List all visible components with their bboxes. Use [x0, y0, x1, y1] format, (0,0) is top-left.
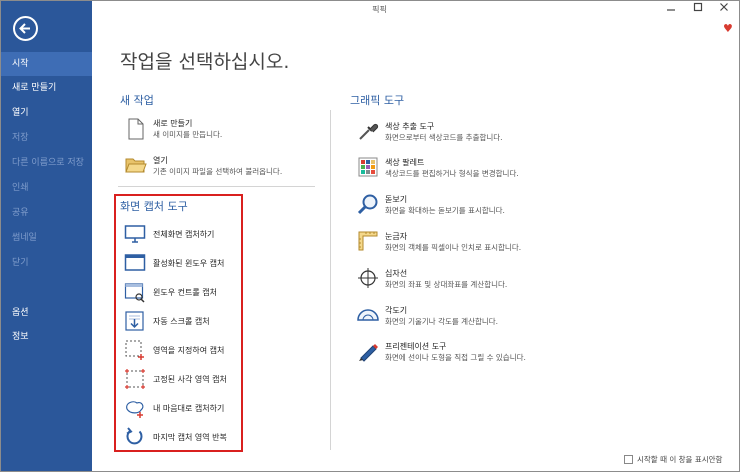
sidebar-item-share[interactable]: 공유: [1, 201, 92, 225]
maximize-icon[interactable]: [690, 2, 706, 16]
window-control-icon: [124, 281, 146, 303]
tool-ruler[interactable]: 눈금자 화면의 객체를 픽셀이나 인치로 표시합니다.: [357, 230, 577, 256]
sidebar-item-close[interactable]: 닫기: [1, 251, 92, 275]
window-title: 픽픽: [372, 5, 387, 14]
protractor-icon: [357, 304, 379, 326]
capture-active-window-label: 활성화된 윈도우 캡처: [153, 259, 225, 268]
sidebar-item-save[interactable]: 저장: [1, 126, 92, 150]
scroll-capture-icon: [124, 310, 146, 332]
active-window-icon: [124, 252, 146, 274]
capture-window-control[interactable]: 윈도우 컨트롤 캡처: [124, 281, 242, 303]
heart-icon[interactable]: ♥: [723, 22, 733, 35]
tool-ruler-title: 눈금자: [385, 232, 408, 241]
fixed-region-icon: [124, 368, 146, 390]
tool-protractor[interactable]: 각도기 화면의 기울기나 각도를 계산합니다.: [357, 304, 577, 330]
sidebar-item-new[interactable]: 새로 만들기: [1, 76, 92, 100]
tool-crosshair[interactable]: 십자선 화면의 좌표 및 상대좌표를 계산합니다.: [357, 267, 577, 293]
close-icon[interactable]: [716, 2, 732, 16]
capture-freehand-label: 내 마음대로 캡처하기: [153, 404, 225, 413]
tool-color-picker[interactable]: 색상 추출 도구 화면으로부터 색상코드를 추출합니다.: [357, 120, 577, 146]
tool-color-picker-title: 색상 추출 도구: [385, 122, 435, 131]
back-arrow-icon[interactable]: [13, 16, 38, 41]
tool-crosshair-title: 십자선: [385, 269, 408, 278]
open-image-title: 열기: [153, 156, 168, 165]
sidebar-item-save-as[interactable]: 다른 이름으로 저장: [1, 151, 92, 175]
capture-fullscreen-label: 전체화면 캡처하기: [153, 230, 215, 239]
tool-color-picker-desc: 화면으로부터 색상코드를 추출합니다.: [385, 133, 503, 142]
dont-show-label: 시작할 때 이 창을 표시안함: [637, 455, 723, 464]
crosshair-icon: [357, 267, 379, 289]
sidebar-item-options[interactable]: 옵션: [1, 301, 92, 325]
repeat-capture-icon: [124, 426, 146, 448]
capture-freehand[interactable]: 내 마음대로 캡처하기: [124, 397, 242, 419]
new-image-desc: 새 이미지를 만듭니다.: [153, 130, 223, 139]
tool-presentation-title: 프리젠테이션 도구: [385, 342, 447, 351]
capture-auto-scroll[interactable]: 자동 스크롤 캡처: [124, 310, 242, 332]
section-divider: [118, 186, 315, 187]
tool-presentation[interactable]: 프리젠테이션 도구 화면에 선이나 도형을 직접 그릴 수 있습니다.: [357, 340, 577, 366]
open-image-desc: 기존 이미지 파일을 선택하여 불러옵니다.: [153, 167, 283, 176]
sidebar-item-thumbnail[interactable]: 썸네일: [1, 226, 92, 250]
eyedropper-icon: [357, 120, 379, 142]
tool-presentation-desc: 화면에 선이나 도형을 직접 그릴 수 있습니다.: [385, 353, 526, 362]
tool-magnifier[interactable]: 돋보기 화면을 확대하는 돋보기를 표시합니다.: [357, 193, 577, 219]
capture-region[interactable]: 영역을 지정하여 캡처: [124, 339, 242, 361]
new-image-title: 새로 만들기: [153, 119, 193, 128]
capture-region-label: 영역을 지정하여 캡처: [153, 346, 225, 355]
region-capture-icon: [124, 339, 146, 361]
tool-protractor-desc: 화면의 기울기나 각도를 계산합니다.: [385, 317, 499, 326]
tool-crosshair-desc: 화면의 좌표 및 상대좌표를 계산합니다.: [385, 280, 508, 289]
new-image-item[interactable]: 새로 만들기 새 이미지를 만듭니다.: [125, 118, 315, 146]
freehand-capture-icon: [124, 397, 146, 419]
palette-icon: [357, 156, 379, 178]
sidebar-item-about[interactable]: 정보: [1, 325, 92, 349]
graphic-tools-heading: 그래픽 도구: [350, 94, 405, 107]
tool-magnifier-desc: 화면을 확대하는 돋보기를 표시합니다.: [385, 206, 505, 215]
capture-heading: 화면 캡처 도구: [120, 200, 188, 213]
dont-show-checkbox[interactable]: [624, 455, 633, 464]
capture-active-window[interactable]: 활성화된 윈도우 캡처: [124, 252, 242, 274]
new-task-heading: 새 작업: [120, 94, 154, 107]
capture-auto-scroll-label: 자동 스크롤 캡처: [153, 317, 210, 326]
tool-magnifier-title: 돋보기: [385, 195, 408, 204]
open-folder-icon: [125, 154, 147, 176]
page-title: 작업을 선택하십시오.: [120, 51, 290, 73]
minimize-icon[interactable]: [663, 2, 679, 16]
capture-fixed-region-label: 고정된 사각 영역 캡처: [153, 375, 227, 384]
new-document-icon: [125, 118, 147, 140]
monitor-icon: [124, 223, 146, 245]
capture-fullscreen[interactable]: 전체화면 캡처하기: [124, 223, 242, 245]
capture-repeat-last-label: 마지막 캡처 영역 반복: [153, 433, 227, 442]
capture-fixed-region[interactable]: 고정된 사각 영역 캡처: [124, 368, 242, 390]
tool-color-palette-title: 색상 팔레트: [385, 158, 425, 167]
tool-ruler-desc: 화면의 객체를 픽셀이나 인치로 표시합니다.: [385, 243, 522, 252]
ruler-icon: [357, 230, 379, 252]
sidebar-item-start[interactable]: 시작: [1, 52, 92, 76]
tool-color-palette-desc: 색상코드를 편집하거나 형식을 변경합니다.: [385, 169, 519, 178]
pen-icon: [357, 340, 379, 362]
backstage-sidebar: 시작 새로 만들기 열기 저장 다른 이름으로 저장 인쇄 공유 썸네일 닫기 …: [1, 1, 92, 471]
magnifier-icon: [357, 193, 379, 215]
tool-protractor-title: 각도기: [385, 306, 408, 315]
sidebar-item-open[interactable]: 열기: [1, 101, 92, 125]
sidebar-item-print[interactable]: 인쇄: [1, 176, 92, 200]
tool-color-palette[interactable]: 색상 팔레트 색상코드를 편집하거나 형식을 변경합니다.: [357, 156, 577, 182]
capture-repeat-last[interactable]: 마지막 캡처 영역 반복: [124, 426, 242, 448]
column-divider: [330, 110, 331, 450]
capture-window-control-label: 윈도우 컨트롤 캡처: [153, 288, 217, 297]
open-image-item[interactable]: 열기 기존 이미지 파일을 선택하여 불러옵니다.: [125, 154, 315, 182]
